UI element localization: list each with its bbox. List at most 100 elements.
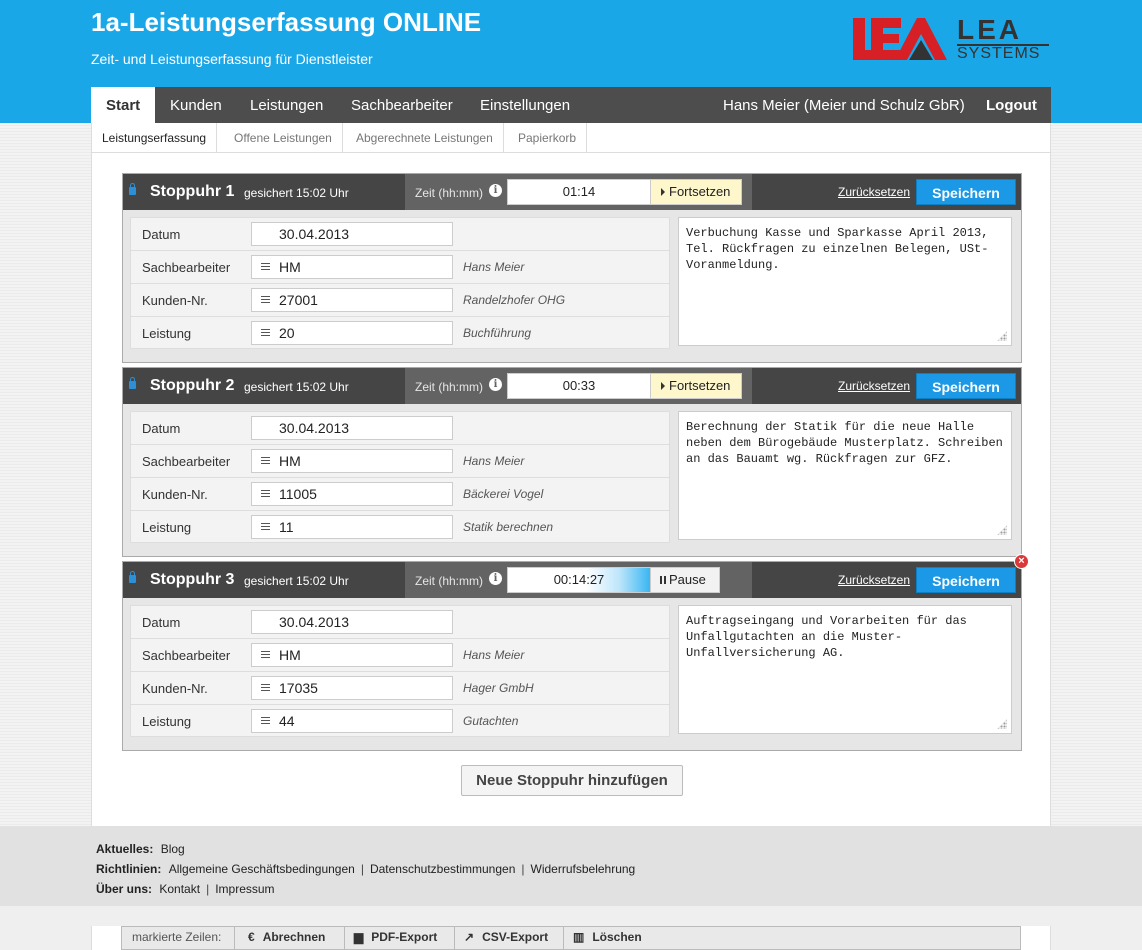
tab-einstellungen[interactable]: Einstellungen bbox=[480, 87, 570, 123]
lock-icon[interactable] bbox=[129, 571, 136, 583]
reset-link[interactable]: Zurücksetzen bbox=[838, 573, 910, 587]
field-row-date: Datum 30.04.2013 bbox=[131, 606, 669, 639]
notes-textarea[interactable]: Berechnung der Statik für die neue Halle… bbox=[678, 411, 1012, 540]
staff-field[interactable]: HM bbox=[251, 449, 453, 473]
list-icon[interactable] bbox=[261, 523, 270, 531]
close-icon[interactable]: × bbox=[1014, 554, 1029, 569]
subtab-papierkorb[interactable]: Papierkorb bbox=[508, 123, 588, 153]
stopwatch-panel: Stoppuhr 1 gesichert 15:02 Uhr Zeit (hh:mm… bbox=[122, 173, 1022, 363]
date-field[interactable]: 30.04.2013 bbox=[251, 416, 453, 440]
list-icon[interactable] bbox=[261, 296, 270, 304]
footer-link-datenschutz[interactable]: Datenschutzbestimmungen bbox=[370, 862, 515, 876]
field-row-service: Leistung 11 Statik berechnen bbox=[131, 511, 669, 544]
footer-link-widerruf[interactable]: Widerrufsbelehrung bbox=[531, 862, 636, 876]
time-input[interactable]: 00:14:27 bbox=[507, 567, 651, 593]
staff-name: Hans Meier bbox=[463, 454, 525, 468]
bill-button[interactable]: € Abrechnen bbox=[248, 930, 325, 944]
list-icon[interactable] bbox=[261, 457, 270, 465]
tab-start[interactable]: Start bbox=[91, 87, 156, 123]
lea-logo: LEA SYSTEMS bbox=[851, 16, 1051, 62]
time-controls: Zeit (hh:mm) i 00:33 Fortsetzen bbox=[405, 368, 752, 404]
main-content: Leistungserfassung Offene Leistungen Abg… bbox=[91, 123, 1051, 826]
delete-button[interactable]: ▥ Löschen bbox=[573, 930, 642, 944]
date-field[interactable]: 30.04.2013 bbox=[251, 610, 453, 634]
footer-link-agb[interactable]: Allgemeine Geschäftsbedingungen bbox=[169, 862, 355, 876]
info-icon[interactable]: i bbox=[489, 572, 502, 585]
lock-icon[interactable] bbox=[129, 183, 136, 195]
customer-field[interactable]: 27001 bbox=[251, 288, 453, 312]
time-label: Zeit (hh:mm) bbox=[415, 380, 484, 394]
logo-subtext: SYSTEMS bbox=[957, 44, 1049, 62]
customer-name: Bäckerei Vogel bbox=[463, 487, 544, 501]
subtab-offene-leistungen[interactable]: Offene Leistungen bbox=[224, 123, 343, 153]
notes-textarea[interactable]: Verbuchung Kasse und Sparkasse April 201… bbox=[678, 217, 1012, 346]
footer-link-impressum[interactable]: Impressum bbox=[215, 882, 274, 896]
list-icon[interactable] bbox=[261, 651, 270, 659]
tab-sachbearbeiter[interactable]: Sachbearbeiter bbox=[351, 87, 453, 123]
pause-button[interactable]: Pause bbox=[650, 567, 720, 593]
field-label: Datum bbox=[142, 615, 181, 630]
list-icon[interactable] bbox=[261, 684, 270, 692]
field-label: Datum bbox=[142, 421, 181, 436]
list-icon[interactable] bbox=[261, 717, 270, 725]
resize-grip-icon[interactable] bbox=[997, 525, 1007, 535]
resize-grip-icon[interactable] bbox=[997, 331, 1007, 341]
info-icon[interactable]: i bbox=[489, 378, 502, 391]
logout-link[interactable]: Logout bbox=[986, 87, 1037, 125]
footer-link-kontakt[interactable]: Kontakt bbox=[159, 882, 200, 896]
reset-link[interactable]: Zurücksetzen bbox=[838, 379, 910, 393]
toolbar-divider bbox=[234, 927, 235, 950]
reset-link[interactable]: Zurücksetzen bbox=[838, 185, 910, 199]
service-field[interactable]: 44 bbox=[251, 709, 453, 733]
tab-leistungen[interactable]: Leistungen bbox=[250, 87, 323, 123]
service-field[interactable]: 11 bbox=[251, 515, 453, 539]
customer-field[interactable]: 11005 bbox=[251, 482, 453, 506]
save-button[interactable]: Speichern bbox=[916, 373, 1016, 399]
continue-button[interactable]: Fortsetzen bbox=[650, 373, 742, 399]
toolbar-label: markierte Zeilen: bbox=[132, 930, 222, 944]
bottom-panel: markierte Zeilen: € Abrechnen ▆ PDF-Export… bbox=[91, 926, 1051, 950]
lock-icon[interactable] bbox=[129, 377, 136, 389]
footer-policies: Richtlinien: Allgemeine Geschäftsbedingu… bbox=[96, 862, 636, 876]
time-input[interactable]: 00:33 bbox=[507, 373, 651, 399]
time-controls: Zeit (hh:mm) i 00:14:27 Pause bbox=[405, 562, 752, 598]
list-icon[interactable] bbox=[261, 490, 270, 498]
save-button[interactable]: Speichern bbox=[916, 179, 1016, 205]
subtab-leistungserfassung[interactable]: Leistungserfassung bbox=[92, 123, 218, 153]
service-code: 20 bbox=[279, 325, 295, 341]
service-field[interactable]: 20 bbox=[251, 321, 453, 345]
list-icon[interactable] bbox=[261, 329, 270, 337]
user-account[interactable]: Hans Meier (Meier und Schulz GbR) bbox=[723, 87, 965, 125]
csv-export-button[interactable]: ↗ CSV-Export bbox=[464, 930, 548, 944]
resize-grip-icon[interactable] bbox=[997, 719, 1007, 729]
add-stopwatch-button[interactable]: Neue Stoppuhr hinzufügen bbox=[461, 765, 683, 796]
field-label: Sachbearbeiter bbox=[142, 454, 231, 469]
field-label: Leistung bbox=[142, 520, 192, 535]
tab-kunden[interactable]: Kunden bbox=[170, 87, 222, 123]
logo-text: LEA bbox=[957, 14, 1022, 45]
footer-link-blog[interactable]: Blog bbox=[161, 842, 185, 856]
customer-field[interactable]: 17035 bbox=[251, 676, 453, 700]
save-button[interactable]: Speichern bbox=[916, 567, 1016, 593]
time-input[interactable]: 01:14 bbox=[507, 179, 651, 205]
field-row-date: Datum 30.04.2013 bbox=[131, 412, 669, 445]
field-row-customer: Kunden-Nr. 27001 Randelzhofer OHG bbox=[131, 284, 669, 317]
staff-field[interactable]: HM bbox=[251, 643, 453, 667]
field-label: Sachbearbeiter bbox=[142, 260, 231, 275]
staff-field[interactable]: HM bbox=[251, 255, 453, 279]
field-label: Leistung bbox=[142, 326, 192, 341]
pdf-export-label: PDF-Export bbox=[371, 930, 438, 944]
info-icon[interactable]: i bbox=[489, 184, 502, 197]
field-row-staff: Sachbearbeiter HM Hans Meier bbox=[131, 639, 669, 672]
notes-textarea[interactable]: Auftragseingang und Vorarbeiten für das … bbox=[678, 605, 1012, 734]
toolbar-divider bbox=[563, 927, 564, 950]
list-icon[interactable] bbox=[261, 263, 270, 271]
subtab-abgerechnete-leistungen[interactable]: Abgerechnete Leistungen bbox=[346, 123, 504, 153]
toolbar-divider bbox=[454, 927, 455, 950]
field-label: Kunden-Nr. bbox=[142, 681, 208, 696]
continue-button[interactable]: Fortsetzen bbox=[650, 179, 742, 205]
date-field[interactable]: 30.04.2013 bbox=[251, 222, 453, 246]
service-name: Gutachten bbox=[463, 714, 519, 728]
pdf-export-button[interactable]: ▆ PDF-Export bbox=[354, 930, 437, 944]
saved-status: gesichert 15:02 Uhr bbox=[244, 574, 349, 588]
